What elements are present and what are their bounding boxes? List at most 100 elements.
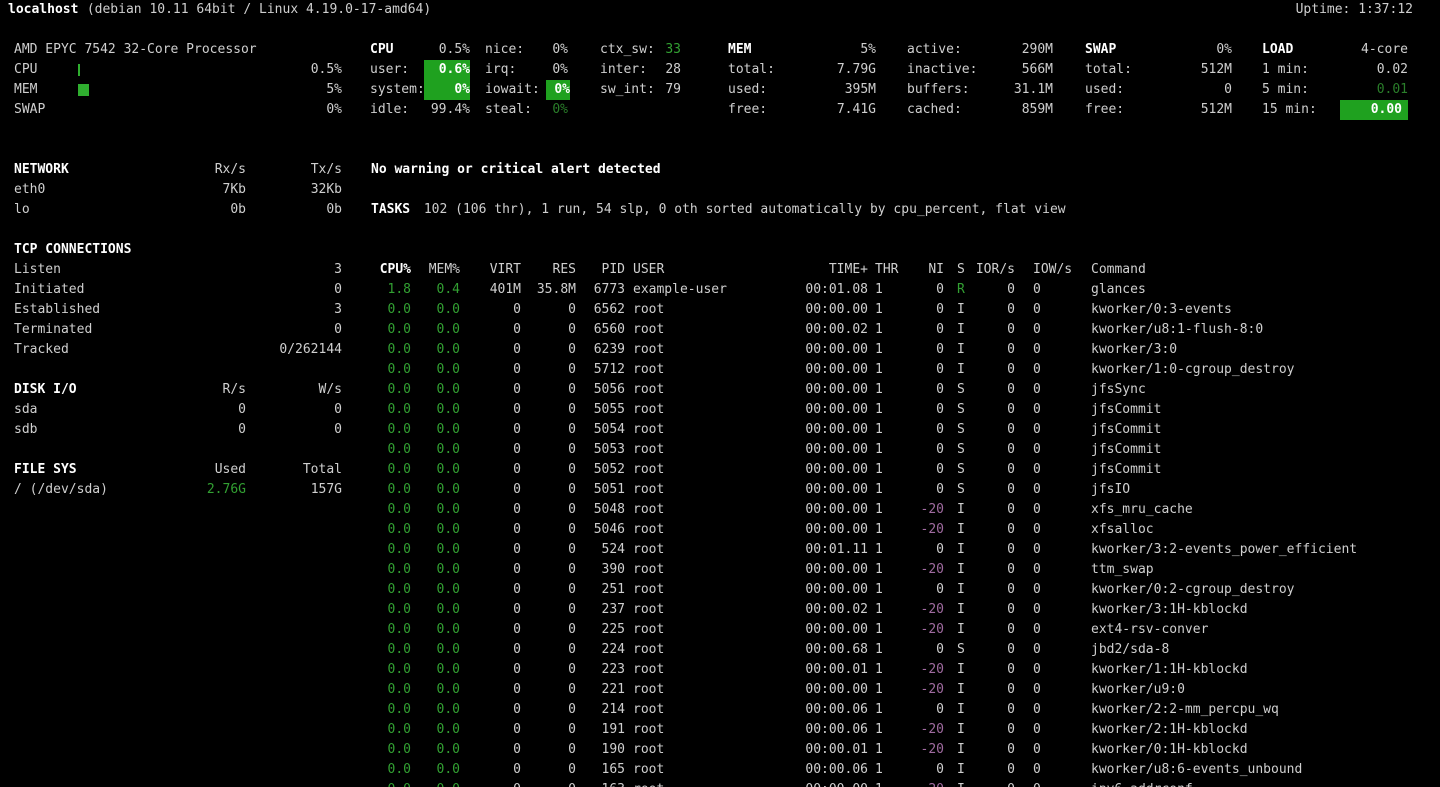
proc-res: 0 xyxy=(526,640,576,660)
proc-nice: 0 xyxy=(900,440,944,460)
proc-thr: 1 xyxy=(875,600,883,620)
proc-iow: 0 xyxy=(1033,320,1041,340)
tx-value: 32Kb xyxy=(282,180,342,200)
proc-command: kworker/1:1H-kblockd xyxy=(1091,660,1248,680)
proc-command: kworker/u8:1-flush-8:0 xyxy=(1091,320,1263,340)
process-row: 0.00.0005056root00:00.0010S00jfsSync xyxy=(0,380,1440,400)
proc-user: root xyxy=(633,500,664,520)
process-row: 0.00.000251root00:00.0010I00kworker/0:2-… xyxy=(0,580,1440,600)
proc-ior: 0 xyxy=(971,420,1015,440)
proc-iow: 0 xyxy=(1033,700,1041,720)
load-5min-value: 0.01 xyxy=(1318,80,1408,100)
proc-time: 00:00.00 xyxy=(768,340,868,360)
proc-res: 0 xyxy=(526,660,576,680)
proc-cpu-percent: 0.0 xyxy=(361,620,411,640)
proc-thr: 1 xyxy=(875,660,883,680)
proc-virt: 0 xyxy=(471,420,521,440)
proc-pid: 225 xyxy=(580,620,625,640)
proc-state: R xyxy=(957,280,965,300)
proc-ior: 0 xyxy=(971,400,1015,420)
proc-cpu-percent: 0.0 xyxy=(361,520,411,540)
proc-time: 00:00.00 xyxy=(768,420,868,440)
proc-nice: 0 xyxy=(900,460,944,480)
process-row: 0.00.000214root00:00.0610I00kworker/2:2-… xyxy=(0,700,1440,720)
proc-ior: 0 xyxy=(971,300,1015,320)
proc-command: kworker/2:2-mm_percpu_wq xyxy=(1091,700,1279,720)
proc-ior: 0 xyxy=(971,440,1015,460)
proc-state: I xyxy=(957,500,965,520)
proc-thr: 1 xyxy=(875,340,883,360)
proc-command-header: Command xyxy=(1091,260,1146,280)
proc-command: kworker/0:3-events xyxy=(1091,300,1232,320)
proc-virt: 0 xyxy=(471,440,521,460)
proc-ior: 0 xyxy=(971,500,1015,520)
process-row: 0.00.000163root00:00.001-20I00ipv6_addrc… xyxy=(0,780,1440,787)
proc-nice: 0 xyxy=(900,540,944,560)
proc-iow: 0 xyxy=(1033,380,1041,400)
proc-state: I xyxy=(957,700,965,720)
proc-user: root xyxy=(633,520,664,540)
proc-state: I xyxy=(957,760,965,780)
proc-thr: 1 xyxy=(875,360,883,380)
proc-thr: 1 xyxy=(875,640,883,660)
proc-iow: 0 xyxy=(1033,580,1041,600)
proc-iow: 0 xyxy=(1033,540,1041,560)
proc-mem-percent: 0.0 xyxy=(415,380,460,400)
proc-user: root xyxy=(633,640,664,660)
proc-user: root xyxy=(633,620,664,640)
proc-nice: 0 xyxy=(900,480,944,500)
process-row: 0.00.000524root00:01.1110I00kworker/3:2-… xyxy=(0,540,1440,560)
proc-mem-percent: 0.0 xyxy=(415,600,460,620)
proc-nice: 0 xyxy=(900,640,944,660)
load-core: 4-core xyxy=(1318,40,1408,60)
proc-ior: 0 xyxy=(971,620,1015,640)
process-row: 0.00.000191root00:00.061-20I00kworker/2:… xyxy=(0,720,1440,740)
proc-virt: 0 xyxy=(471,520,521,540)
process-row: 0.00.000165root00:00.0610I00kworker/u8:6… xyxy=(0,760,1440,780)
proc-state: I xyxy=(957,780,965,787)
proc-ior: 0 xyxy=(971,520,1015,540)
proc-cpu-percent: 0.0 xyxy=(361,600,411,620)
proc-pid: 165 xyxy=(580,760,625,780)
process-row: 0.00.0005053root00:00.0010S00jfsCommit xyxy=(0,440,1440,460)
proc-ior: 0 xyxy=(971,720,1015,740)
proc-mem-percent: 0.0 xyxy=(415,640,460,660)
proc-virt: 0 xyxy=(471,460,521,480)
proc-mem-percent: 0.0 xyxy=(415,740,460,760)
proc-user: root xyxy=(633,320,664,340)
proc-time: 00:00.06 xyxy=(768,760,868,780)
proc-state: S xyxy=(957,440,965,460)
proc-time: 00:00.68 xyxy=(768,640,868,660)
proc-time: 00:00.02 xyxy=(768,320,868,340)
proc-mem-percent: 0.0 xyxy=(415,560,460,580)
proc-cpu-percent: 0.0 xyxy=(361,440,411,460)
proc-iow: 0 xyxy=(1033,760,1041,780)
proc-mem-percent: 0.4 xyxy=(415,280,460,300)
process-row: 0.00.000237root00:00.021-20I00kworker/3:… xyxy=(0,600,1440,620)
proc-user: root xyxy=(633,440,664,460)
proc-pid: 5046 xyxy=(580,520,625,540)
proc-user: root xyxy=(633,420,664,440)
proc-time: 00:00.01 xyxy=(768,740,868,760)
proc-res: 0 xyxy=(526,360,576,380)
process-row: 0.00.000225root00:00.001-20I00ext4-rsv-c… xyxy=(0,620,1440,640)
proc-ior: 0 xyxy=(971,600,1015,620)
proc-thr: 1 xyxy=(875,760,883,780)
proc-state: I xyxy=(957,300,965,320)
proc-state: I xyxy=(957,320,965,340)
proc-time-header: TIME+ xyxy=(768,260,868,280)
load-1min-value: 0.02 xyxy=(1318,60,1408,80)
proc-pid: 5048 xyxy=(580,500,625,520)
proc-virt: 401M xyxy=(471,280,521,300)
proc-mem-percent: 0.0 xyxy=(415,420,460,440)
load-panel-title: LOAD xyxy=(1262,40,1293,60)
proc-iow: 0 xyxy=(1033,660,1041,680)
proc-res: 0 xyxy=(526,620,576,640)
proc-mem-percent: 0.0 xyxy=(415,540,460,560)
proc-res: 0 xyxy=(526,780,576,787)
proc-thr: 1 xyxy=(875,620,883,640)
proc-iow: 0 xyxy=(1033,280,1041,300)
proc-thr: 1 xyxy=(875,740,883,760)
proc-iow: 0 xyxy=(1033,640,1041,660)
proc-thr: 1 xyxy=(875,460,883,480)
